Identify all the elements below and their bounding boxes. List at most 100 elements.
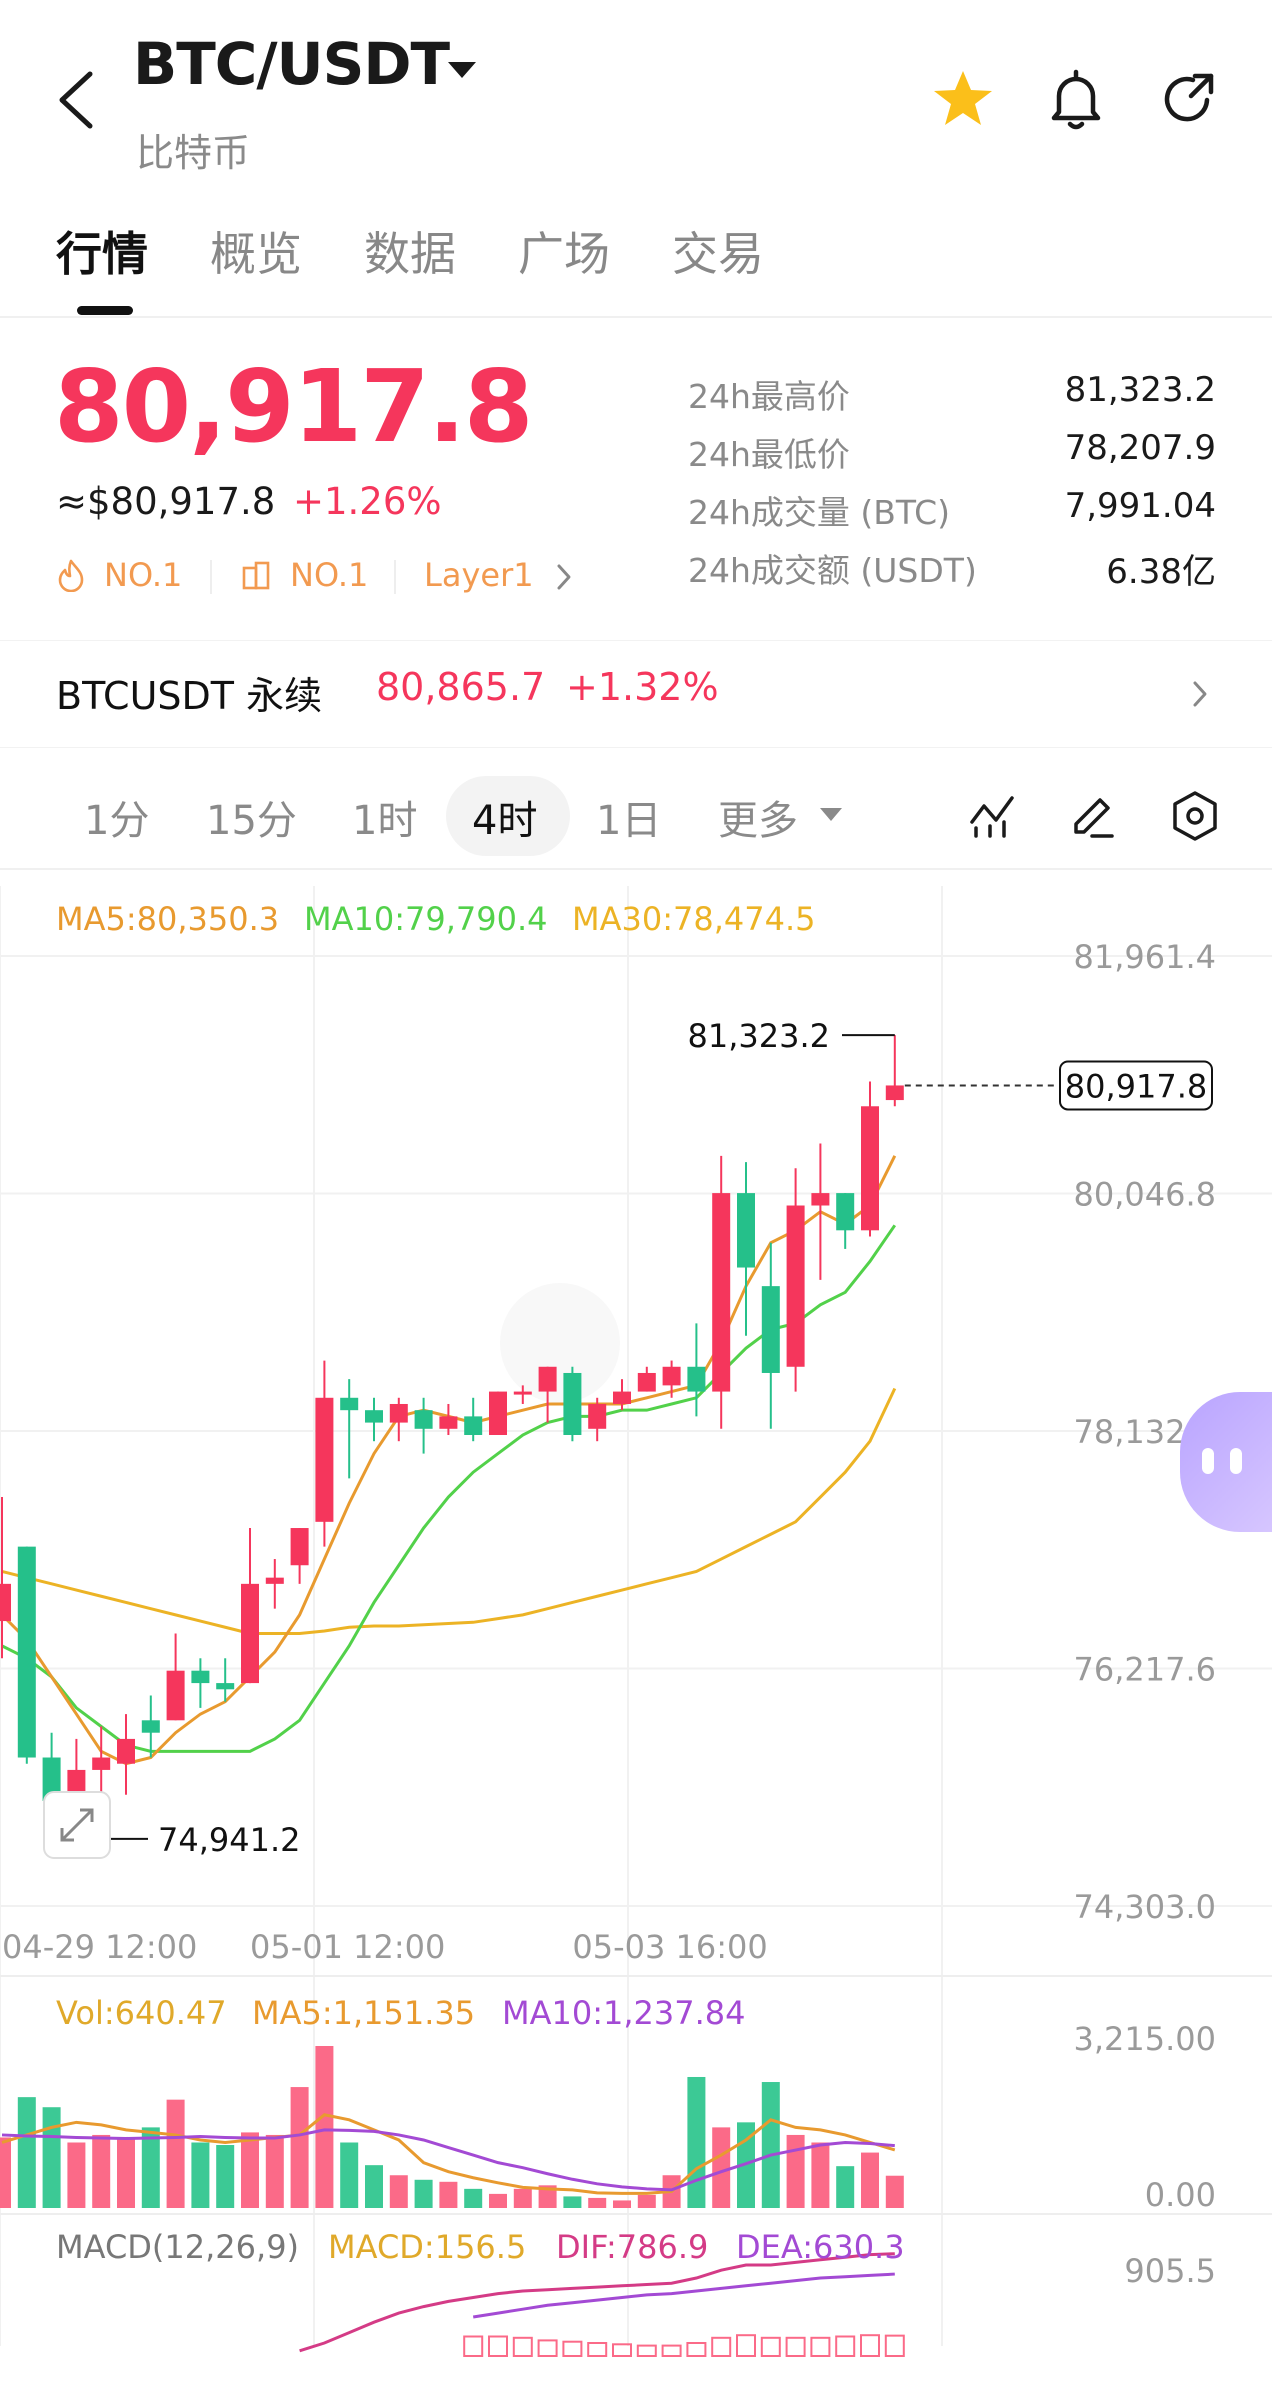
candle-body [489,1391,507,1435]
building-icon [242,561,270,590]
volume-bar [67,2142,86,2208]
star-icon[interactable] [930,66,996,132]
stat-value-low: 78,207.9 [1064,428,1216,468]
section-tabs: 行情 概览 数据 广场 交易 [0,210,1272,318]
category-badge[interactable]: Layer1 [424,556,534,594]
macd-histogram-bar [537,2339,558,2358]
volume-bar [811,2142,830,2208]
more-caret-icon[interactable] [820,808,842,821]
tab-data[interactable]: 数据 [364,218,456,284]
macd-histogram-bar [711,2336,732,2358]
perpetual-contract-row[interactable]: BTCUSDT 永续 80,865.7 +1.32% [0,640,1272,748]
share-icon[interactable] [1155,66,1221,132]
candle-body [836,1193,855,1231]
high-marker-label: 81,323.2 [688,1017,831,1055]
candle-body [861,1106,879,1231]
price-change: +1.26% [293,480,442,523]
tab-trade[interactable]: 交易 [672,218,764,284]
rank-badge-mcap[interactable]: NO.1 [290,556,368,594]
ma5-polyline [0,1155,897,1766]
volume-bar [340,2142,359,2208]
candle-body [241,1583,259,1684]
badge-divider [210,560,212,594]
macd-histogram-bar [736,2334,756,2357]
macd-histogram-bar [636,2344,657,2357]
volume-label: MA5:1,151.35 [252,1994,475,2032]
volume-bar [117,2137,135,2208]
candle-body [885,1085,904,1101]
macd-histogram-bar [884,2334,905,2357]
chart-labels: 81,961.480,046.878,132.276,217.674,303.0… [2,900,1216,1966]
candle-body [538,1366,557,1392]
expand-icon[interactable] [43,1791,111,1859]
interval-15m[interactable]: 15分 [206,788,297,846]
macd-histogram-bar [810,2336,831,2358]
stat-label-high: 24h最高价 [688,377,850,416]
indicator-icon[interactable] [968,792,1016,840]
chevron-right-icon[interactable] [554,562,574,592]
interval-1d[interactable]: 1日 [596,788,661,846]
macd-label: DIF:786.9 [556,2228,708,2266]
kline-chart[interactable]: 81,961.480,046.878,132.276,217.674,303.0… [0,886,1272,2407]
volume-label: MA10:1,237.84 [502,1994,746,2032]
assistant-bubble[interactable] [1180,1392,1272,1532]
ma-label: MA10:79,790.4 [304,900,548,938]
interval-bar: 1分 15分 1时 4时 1日 更多 [0,760,1272,870]
candle-body [712,1193,731,1392]
rank-badge-hot[interactable]: NO.1 [104,556,182,594]
interval-4h[interactable]: 4时 [472,788,537,846]
volume-bar [637,2194,656,2208]
tab-overview[interactable]: 概览 [210,218,302,284]
volume-bar [761,2082,780,2208]
candle-body [265,1577,284,1584]
volume-bar [563,2196,582,2208]
volume-bar [588,2197,607,2208]
interval-1m[interactable]: 1分 [84,788,149,846]
chevron-right-icon[interactable] [1190,679,1210,709]
candle-body [92,1757,111,1770]
perp-name: BTCUSDT 永续 [56,674,323,718]
tab-square[interactable]: 广场 [518,218,610,284]
interval-more[interactable]: 更多 [718,788,798,846]
top-bar: BTC/USDT 比特币 [0,0,1272,190]
settings-hexagon-icon[interactable] [1170,790,1220,842]
volume-y-label: 0.00 [1145,2176,1216,2214]
macd-histogram-bar [835,2335,856,2357]
volume-y-label: 3,215.00 [1074,2020,1217,2058]
volume-bar [389,2175,408,2208]
volume-bar [17,2097,36,2208]
candle-body [588,1403,607,1429]
draw-pencil-icon[interactable] [1068,792,1116,840]
interval-1h[interactable]: 1时 [352,788,417,846]
macd-histogram-bar [785,2336,806,2358]
volume-bar [42,2107,61,2208]
volume-label: Vol:640.47 [56,1994,227,2032]
volume-bar [191,2142,210,2208]
y-axis-label: 80,046.8 [1074,1176,1217,1214]
y-axis-label: 76,217.6 [1074,1651,1217,1689]
volume-bar [290,2087,309,2208]
volume-bar [92,2134,111,2208]
badge-divider [394,560,396,594]
volume-bar [836,2166,855,2208]
pair-title[interactable]: BTC/USDT [133,30,450,98]
volume-bar [166,2099,185,2208]
stat-label-low: 24h最低价 [688,435,850,474]
macd-chart: MACD(12,26,9) MACD:156.5 DIF:786.9 DEA:630.… [56,2228,1216,2358]
pair-dropdown-caret-icon[interactable] [448,62,476,78]
tab-market[interactable]: 行情 [56,218,148,284]
macd-histogram-bar [612,2343,632,2358]
volume-bar [489,2193,507,2208]
candle-body [216,1683,235,1690]
back-chevron-icon[interactable] [52,70,100,130]
stat-label-turnover: 24h成交额 (USDT) [688,551,977,590]
x-axis-label: 05-01 12:00 [250,1928,445,1966]
last-price: 80,917.8 [54,348,533,465]
volume-bar [414,2179,433,2208]
volume-ma10-line [1,2128,895,2192]
bell-icon[interactable] [1043,66,1109,132]
candle-body [117,1738,135,1764]
volume-bar [885,2175,904,2208]
candle-body [563,1372,582,1435]
x-axis-label: 04-29 12:00 [2,1928,197,1966]
